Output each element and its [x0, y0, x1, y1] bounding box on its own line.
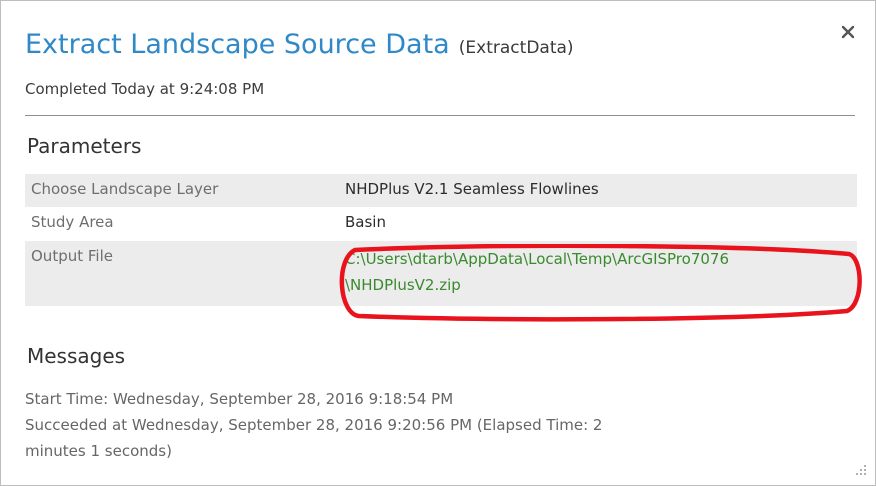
parameter-value: NHDPlus V2.1 Seamless Flowlines	[345, 180, 599, 198]
divider	[25, 115, 855, 116]
message-line: minutes 1 seconds)	[25, 442, 172, 460]
output-file-path-line: C:\Users\dtarb\AppData\Local\Temp\ArcGIS…	[345, 250, 729, 268]
close-button[interactable]	[837, 21, 861, 45]
messages-panel: Start Time: Wednesday, September 28, 201…	[25, 386, 825, 464]
parameter-row-output-file: Output File C:\Users\dtarb\AppData\Local…	[25, 241, 857, 306]
parameter-row-landscape-layer: Choose Landscape Layer NHDPlus V2.1 Seam…	[25, 174, 857, 207]
tool-title: Extract Landscape Source Data	[25, 29, 450, 60]
tool-name: (ExtractData)	[458, 38, 574, 58]
parameter-label: Study Area	[31, 213, 114, 231]
message-line: Succeeded at Wednesday, September 28, 20…	[25, 416, 603, 434]
parameter-label: Choose Landscape Layer	[31, 180, 219, 198]
output-file-link[interactable]: C:\Users\dtarb\AppData\Local\Temp\ArcGIS…	[345, 246, 855, 298]
geoprocessing-details-window: Extract Landscape Source Data (ExtractDa…	[0, 0, 876, 486]
close-icon	[841, 25, 855, 39]
output-file-path-line: \NHDPlusV2.zip	[345, 276, 461, 294]
dialog-title-row: Extract Landscape Source Data (ExtractDa…	[25, 29, 574, 60]
messages-heading: Messages	[27, 344, 126, 368]
parameter-label: Output File	[31, 247, 113, 265]
parameter-value: Basin	[345, 213, 386, 231]
message-line: Start Time: Wednesday, September 28, 201…	[25, 390, 454, 408]
parameter-row-study-area: Study Area Basin	[25, 207, 857, 241]
completion-status: Completed Today at 9:24:08 PM	[25, 80, 265, 98]
resize-grip-icon[interactable]	[853, 463, 867, 477]
parameters-table: Choose Landscape Layer NHDPlus V2.1 Seam…	[25, 174, 862, 322]
parameters-heading: Parameters	[27, 134, 142, 158]
